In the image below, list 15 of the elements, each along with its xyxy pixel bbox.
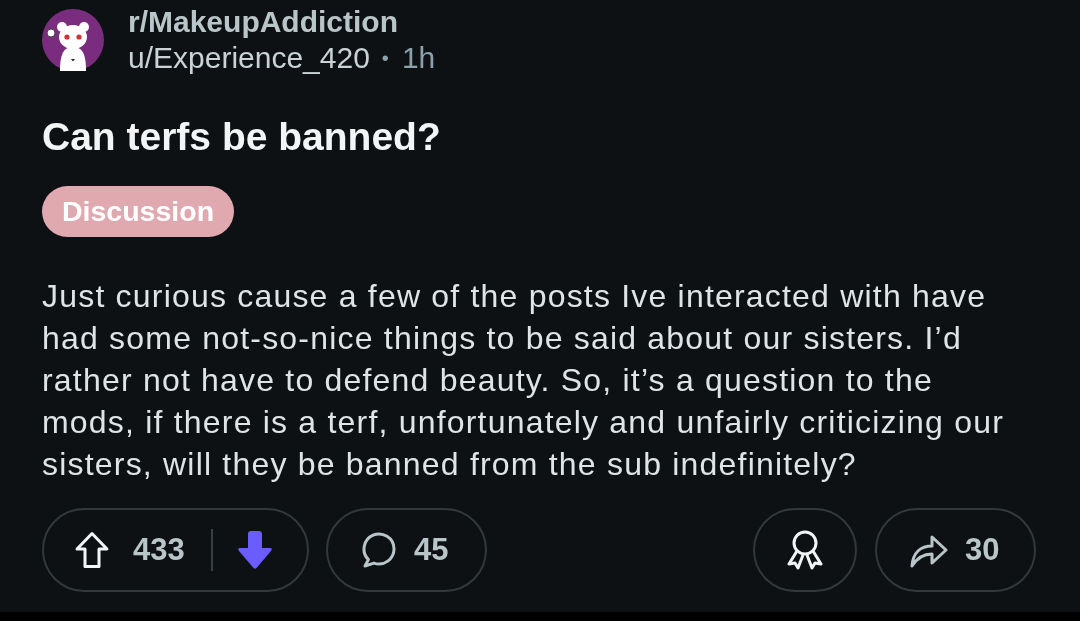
comments-button[interactable]: 45 <box>326 508 487 592</box>
avatar-icon <box>42 9 104 71</box>
downvote-arrow-icon[interactable] <box>235 530 274 570</box>
ribbon-award-icon <box>786 530 824 570</box>
post-age: 1h <box>401 40 436 76</box>
post-title: Can terfs be banned? <box>42 114 442 160</box>
subreddit-name[interactable]: r/MakeupAddiction <box>128 4 398 40</box>
post-body: Just curious cause a few of the posts Ive interacted with have had some not-so-nice things to be said about our sisters. I’d rather not have to defend beauty. So, it’s a question to the mods, if there is a terf, unfortunately and unfairly criticizing our sisters, will they be banned from the sub indefinitely? <box>42 277 1005 484</box>
upvote-arrow-icon[interactable] <box>74 531 110 569</box>
share-button[interactable]: 30 <box>875 508 1036 592</box>
author-name[interactable]: u/Experience_420 <box>128 40 370 76</box>
speech-bubble-icon <box>360 531 398 569</box>
separator-dot: • <box>381 46 389 71</box>
vote-score: 433 <box>133 530 185 569</box>
award-button[interactable] <box>753 508 857 592</box>
